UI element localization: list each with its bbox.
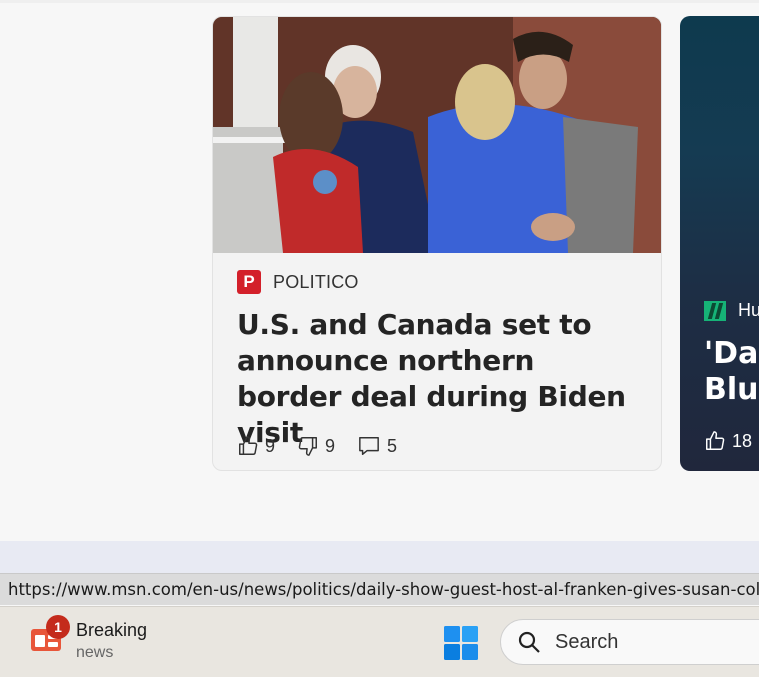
top-divider: [0, 0, 759, 3]
dislike-button[interactable]: 9: [297, 435, 335, 457]
article-photo[interactable]: [213, 17, 662, 253]
article-card[interactable]: P POLITICO U.S. and Canada set to announ…: [212, 16, 662, 471]
windows-start-icon[interactable]: [443, 625, 479, 661]
huffpost-logo-icon: [704, 300, 726, 321]
page-bottom-band: [0, 541, 759, 573]
publisher-name[interactable]: POLITICO: [273, 272, 359, 293]
taskbar: 1 Breaking news Search: [0, 606, 759, 677]
search-icon: [518, 631, 540, 653]
next-publisher-name[interactable]: Hu: [738, 300, 759, 321]
next-headline-line-2: Blur: [704, 372, 759, 407]
thumbs-up-icon: [706, 431, 725, 450]
article-headline[interactable]: U.S. and Canada set to announce northern…: [237, 307, 647, 451]
notification-badge: 1: [46, 615, 70, 639]
article-actions: 9 9 5: [237, 433, 419, 459]
widget-title: Breaking: [76, 620, 148, 640]
status-url: https://www.msn.com/en-us/news/politics/…: [0, 573, 759, 605]
comment-count: 5: [387, 435, 398, 456]
taskbar-search[interactable]: Search: [500, 619, 759, 665]
next-article-card[interactable]: Hu 'Dai Blur 18: [680, 16, 759, 471]
next-headline-line-1: 'Dai: [704, 336, 759, 371]
comment-icon: [359, 437, 379, 455]
thumbs-down-icon: [298, 437, 317, 456]
like-button[interactable]: 9: [237, 435, 275, 457]
widgets-icon-wrap: 1: [30, 615, 70, 653]
next-like-button[interactable]: 18: [704, 430, 752, 452]
widgets-button[interactable]: 1 Breaking news: [30, 615, 147, 665]
widget-subtitle: news: [76, 644, 114, 661]
like-count: 9: [265, 435, 276, 456]
dislike-count: 9: [325, 435, 336, 456]
publisher-row[interactable]: P POLITICO: [237, 269, 647, 295]
widget-text: Breaking news: [76, 619, 147, 665]
search-label: Search: [555, 630, 619, 653]
next-publisher-row[interactable]: Hu: [704, 300, 759, 321]
next-article-headline[interactable]: 'Dai Blur: [704, 336, 759, 408]
article-body: P POLITICO U.S. and Canada set to announ…: [237, 269, 647, 451]
politico-logo-icon: P: [237, 270, 261, 294]
next-like-count: 18: [732, 430, 753, 451]
comment-button[interactable]: 5: [357, 435, 397, 457]
thumbs-up-icon: [239, 436, 258, 455]
